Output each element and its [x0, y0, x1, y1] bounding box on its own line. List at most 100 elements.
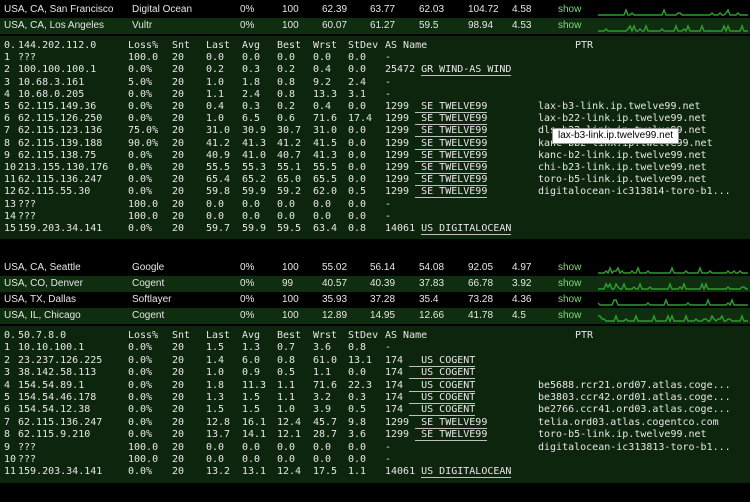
hop-host: 154.54.46.178: [18, 392, 97, 403]
hop-avg: 1.8: [242, 76, 261, 88]
hop-last: 13.2: [206, 466, 231, 478]
hop-ptr: digitalocean-ic313814-toro-b1...: [538, 186, 731, 198]
hop-row: 4 10.68.0.205 0.0% 20 1.1 2.4 0.8 13.3 3.1 -: [0, 89, 750, 101]
server-worst: 98.94: [468, 20, 494, 31]
hop-stdev: 22.3: [348, 379, 373, 391]
server-location: USA, IL, Chicago: [4, 310, 81, 321]
hop-row: 12 62.115.55.30 0.0% 20 59.8 59.9 59.2 62.0 0.5 1…: [0, 186, 750, 199]
server-loss: 0%: [240, 310, 255, 321]
hop-avg: 0.3: [242, 64, 261, 76]
show-trace-link[interactable]: show: [558, 277, 581, 290]
hop-as: -: [385, 210, 392, 222]
traceroute-header: 0. 50.7.8.0 Loss% Snt Last Avg Best Wrst StDev AS…: [0, 330, 750, 342]
hop-last: 1.5: [206, 404, 225, 416]
show-trace-link[interactable]: show: [558, 293, 581, 306]
hop-loss: 0.0%: [128, 429, 153, 441]
hop-best: 0.2: [277, 64, 296, 76]
hop-stdev: 0.0: [348, 149, 367, 161]
hop-best: 0.0: [277, 441, 296, 453]
server-location: USA, CO, Denver: [4, 278, 83, 289]
hop-loss: 90.0%: [128, 137, 159, 149]
hop-ptr: toro-b5-link.ip.twelve99.net: [538, 429, 707, 441]
server-stdev: 4.36: [512, 294, 532, 305]
as-underline: [421, 234, 511, 235]
hop-hop: 13: [4, 198, 17, 210]
latency-sparkline: [598, 7, 748, 16]
hop-loss: 100.0: [128, 454, 159, 465]
hop-host: 10.68.0.205: [18, 88, 85, 100]
header-avg: Avg: [242, 330, 261, 341]
show-trace-link[interactable]: show: [558, 261, 581, 274]
server-row: USA, CA, San Francisco Digital Ocean 0% 100…: [0, 2, 750, 18]
hop-last: 1.4: [206, 354, 225, 366]
hop-last: 13.7: [206, 429, 231, 441]
hop-host: 62.115.126.250: [18, 113, 103, 125]
hop-snt: 20: [172, 210, 185, 222]
server-worst: 41.78: [468, 310, 494, 321]
hop-snt: 20: [172, 137, 185, 149]
hop-host: ???: [18, 454, 37, 465]
hop-avg: 1.3: [242, 342, 261, 354]
server-provider: Digital Ocean: [132, 4, 193, 15]
hop-row: 15 159.203.34.141 0.0% 20 59.7 59.9 59.5 63.4 0.…: [0, 223, 750, 235]
hop-row: 1 10.10.100.1 0.0% 20 1.5 1.3 0.7 3.6 0.8 -: [0, 342, 750, 354]
hop-loss: 0.0%: [128, 404, 153, 416]
header-ptr: PTR: [575, 40, 594, 51]
hop-best: 59.5: [277, 223, 302, 234]
hop-host: 159.203.34.141: [18, 223, 103, 234]
hop-loss: 0.0%: [128, 174, 153, 186]
hop-best: 65.0: [277, 174, 302, 186]
header-best: Best: [277, 40, 302, 51]
server-last: 60.07: [322, 20, 348, 31]
hop-ptr: lax-b3-link.ip.twelve99.net: [538, 101, 701, 112]
hop-loss: 0.0%: [128, 342, 153, 354]
hop-stdev: 9.8: [348, 416, 367, 428]
hop-host: 62.115.123.136: [18, 125, 103, 137]
server-location: USA, CA, Seattle: [4, 262, 81, 273]
hop-host: 38.142.58.113: [18, 367, 97, 379]
hop-best: 0.2: [277, 101, 296, 112]
server-row: USA, CA, Seattle Google 0% 100 55.02 56.14 54.…: [0, 260, 750, 276]
server-provider: Cogent: [132, 278, 165, 289]
server-provider: Softlayer: [132, 294, 172, 305]
hop-row: 3 10.68.3.161 5.0% 20 1.0 1.8 0.8 9.2 2.4 -: [0, 77, 750, 89]
header-host: 50.7.8.0: [18, 330, 67, 341]
hop-avg: 14.1: [242, 429, 267, 441]
hop-last: 31.0: [206, 125, 231, 137]
hop-avg: 6.5: [242, 113, 261, 125]
hop-snt: 20: [172, 162, 185, 173]
hop-snt: 20: [172, 113, 185, 125]
hop-avg: 30.9: [242, 125, 267, 137]
server-last: 55.02: [322, 262, 348, 273]
hop-host: ???: [18, 52, 37, 64]
hop-host: 62.115.149.36: [18, 101, 97, 112]
server-provider: Vultr: [132, 20, 153, 31]
hop-avg: 0.0: [242, 441, 261, 453]
hop-stdev: 1.1: [348, 466, 367, 478]
hop-avg: 1.5: [242, 404, 261, 416]
hop-last: 1.0: [206, 113, 225, 125]
header-wrst: Wrst: [313, 330, 338, 341]
server-sent: 100: [282, 20, 299, 31]
server-loss: 0%: [240, 294, 255, 305]
hop-wrst: 28.7: [313, 429, 338, 441]
hop-hop: 3: [4, 76, 11, 88]
server-loss: 0%: [240, 4, 255, 15]
hop-stdev: 2.4: [348, 76, 367, 88]
hop-hop: 15: [4, 223, 17, 234]
hop-best: 0.5: [277, 367, 296, 379]
show-trace-link[interactable]: show: [558, 3, 581, 16]
header-stdev: StDev: [348, 330, 379, 341]
hop-wrst: 55.5: [313, 162, 338, 173]
hop-as: -: [385, 342, 392, 354]
hop-avg: 2.4: [242, 88, 261, 100]
hop-hop: 1: [4, 52, 11, 64]
hop-wrst: 45.7: [313, 416, 338, 428]
show-trace-link[interactable]: show: [558, 309, 581, 322]
hop-loss: 100.0: [128, 210, 159, 222]
server-provider: Cogent: [132, 310, 165, 321]
show-trace-link[interactable]: show: [558, 19, 581, 32]
hop-ptr: lax-b22-link.ip.twelve99.net: [538, 113, 707, 125]
traceroute-panel: 0. 50.7.8.0 Loss% Snt Last Avg Best Wrst StDev AS…: [0, 326, 750, 483]
hop-host: 62.115.136.247: [18, 416, 103, 428]
